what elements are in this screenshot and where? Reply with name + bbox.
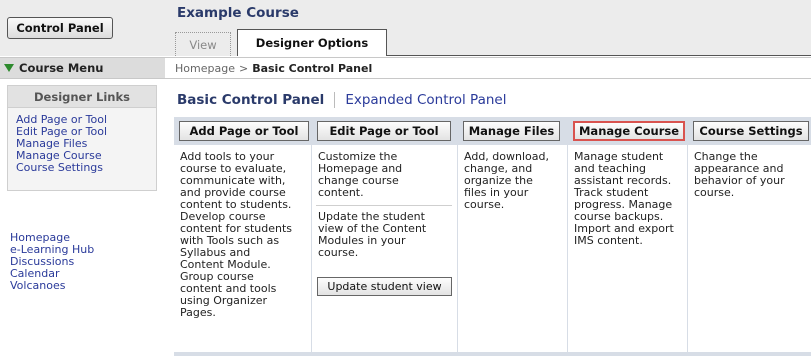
course-links-list: Homepage e-Learning Hub Discussions Cale… [10, 232, 94, 292]
column-add-page-or-tool: Add Page or Tool Add tools to your cours… [174, 117, 311, 352]
course-link-volcanoes[interactable]: Volcanoes [10, 280, 94, 292]
column-description: Add tools to your course to evaluate, co… [180, 150, 293, 319]
course-title: Example Course [177, 5, 299, 21]
breadcrumb-current: Basic Control Panel [252, 61, 373, 75]
designer-links-title: Designer Links [8, 86, 156, 108]
designer-links-box: Designer Links Add Page or Tool Edit Pag… [7, 85, 157, 191]
tab-designer-options[interactable]: Designer Options [237, 29, 387, 56]
column-manage-files: Manage Files Add, download, change, and … [458, 117, 567, 352]
designer-links-list: Add Page or Tool Edit Page or Tool Manag… [8, 108, 156, 174]
edit-page-or-tool-button[interactable]: Edit Page or Tool [317, 121, 451, 141]
column-header: Manage Course [568, 117, 687, 145]
update-student-view-button[interactable]: Update student view [317, 277, 452, 296]
column-header: Course Settings [688, 117, 811, 145]
breadcrumb-home-link[interactable]: Homepage [175, 62, 235, 75]
column-description: Customize the Homepage and change course… [318, 150, 403, 199]
course-header: Example Course View Designer Options [165, 0, 811, 56]
panel-title-row: Basic Control Panel Expanded Control Pan… [177, 92, 506, 108]
expanded-control-panel-link[interactable]: Expanded Control Panel [345, 92, 506, 108]
tab-bar: View Designer Options [175, 28, 811, 56]
breadcrumb: Homepage > Basic Control Panel [165, 57, 811, 79]
column-separator [316, 205, 452, 206]
course-settings-button[interactable]: Course Settings [693, 121, 809, 141]
control-panel-area: Control Panel [0, 0, 165, 56]
column-edit-page-or-tool: Edit Page or Tool Customize the Homepage… [312, 117, 457, 352]
page-title: Basic Control Panel [177, 92, 325, 108]
manage-course-button[interactable]: Manage Course [573, 121, 685, 141]
course-menu-label: Course Menu [19, 61, 104, 75]
manage-files-button[interactable]: Manage Files [463, 121, 560, 141]
column-description: Add, download, change, and organize the … [464, 150, 549, 211]
column-header: Edit Page or Tool [312, 117, 457, 145]
column-header: Add Page or Tool [174, 117, 311, 145]
column-course-settings: Course Settings Change the appearance an… [688, 117, 811, 352]
column-description: Change the appearance and behavior of yo… [694, 150, 785, 199]
column-manage-course: Manage Course Manage student and teachin… [568, 117, 687, 352]
designer-link-course-settings[interactable]: Course Settings [16, 162, 156, 174]
expand-triangle-icon[interactable] [4, 64, 14, 72]
tab-divider [387, 55, 811, 56]
breadcrumb-separator: > [238, 61, 249, 75]
control-panel-button[interactable]: Control Panel [7, 17, 113, 39]
column-description-2: Update the student view of the Content M… [318, 210, 427, 259]
column-header: Manage Files [458, 117, 567, 145]
title-divider [334, 92, 336, 108]
left-sidebar: Control Panel Course Menu Designer Links… [0, 0, 165, 356]
course-menu-header[interactable]: Course Menu [0, 57, 165, 79]
control-panel-columns: Add Page or Tool Add tools to your cours… [174, 117, 811, 356]
tab-view[interactable]: View [175, 32, 231, 56]
column-description: Manage student and teaching assistant re… [574, 150, 674, 247]
add-page-or-tool-button[interactable]: Add Page or Tool [179, 121, 309, 141]
